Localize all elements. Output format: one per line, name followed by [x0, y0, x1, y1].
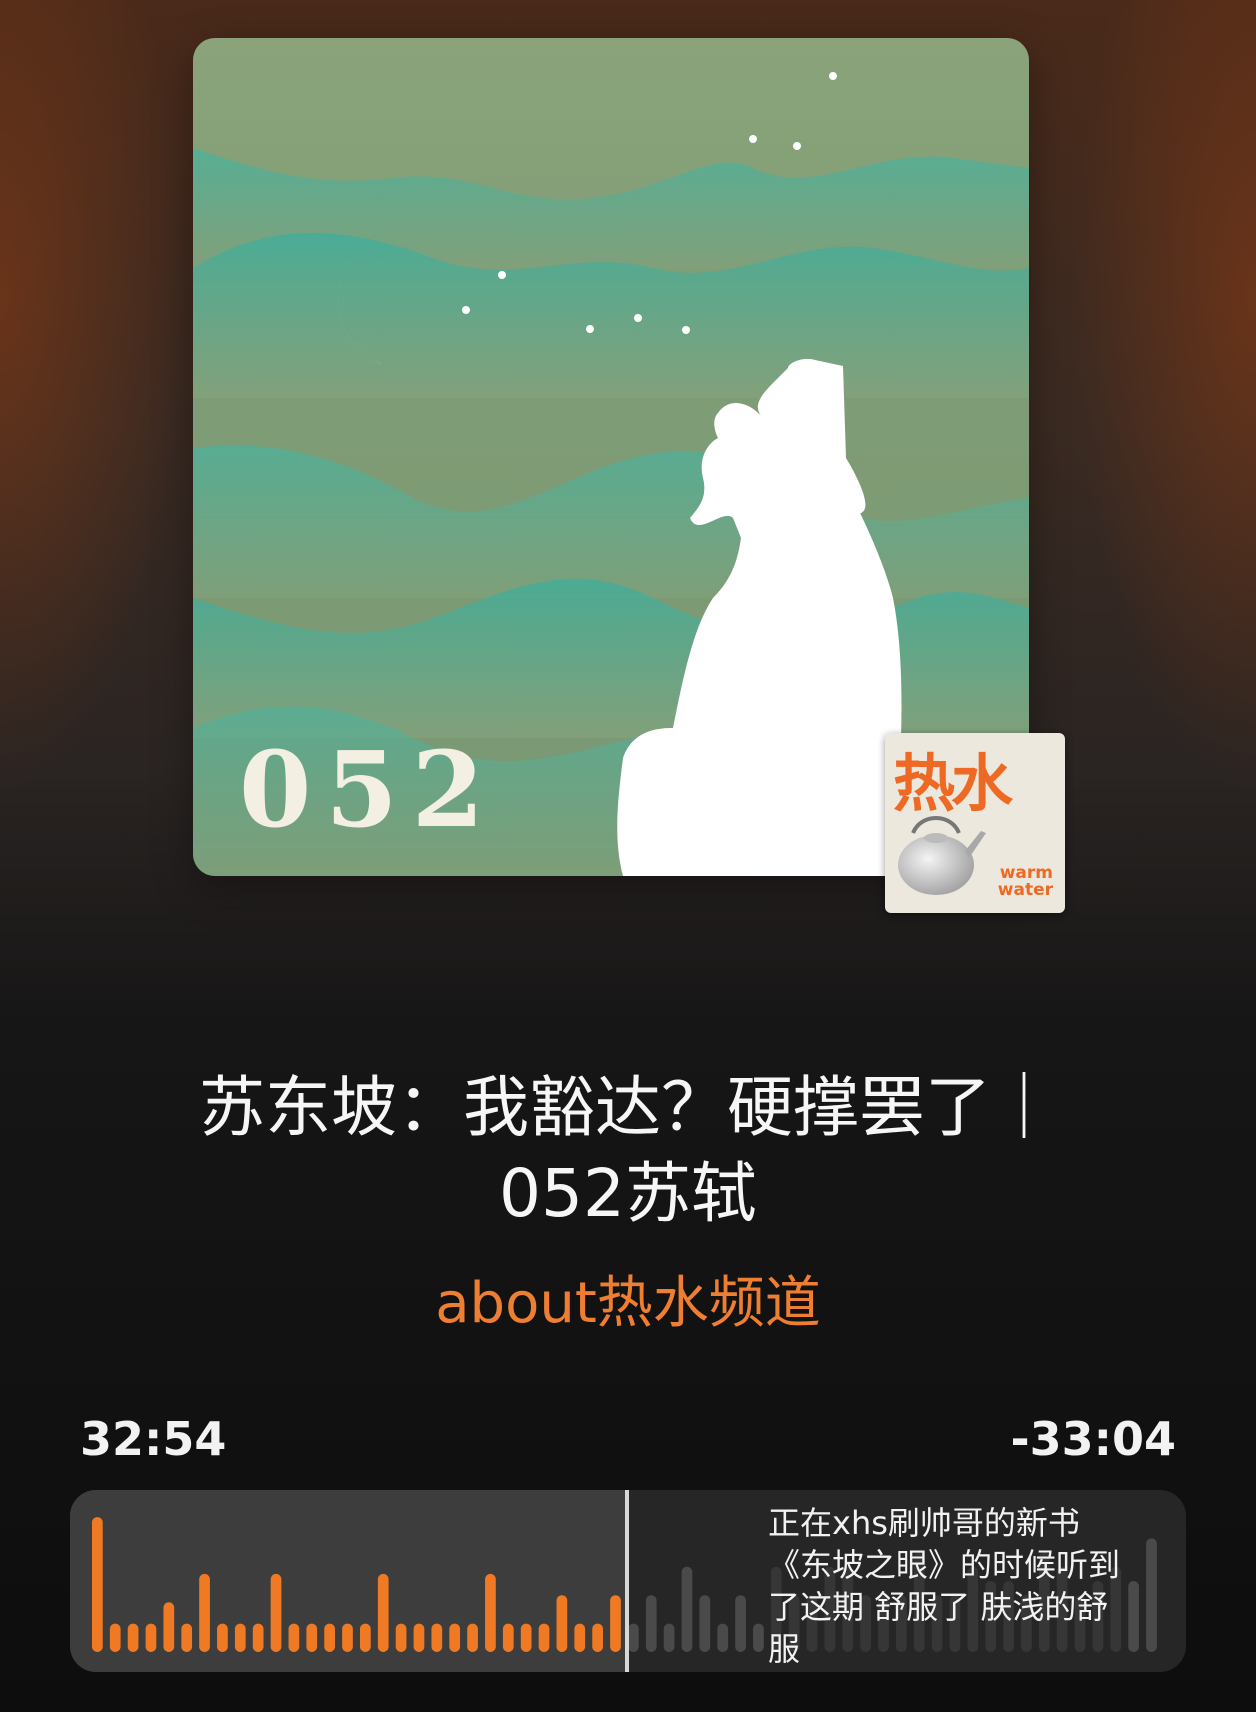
- waveform-bar: [145, 1623, 157, 1652]
- waveform-bar: [574, 1623, 586, 1652]
- waveform-bar: [628, 1623, 639, 1652]
- waveform-bar: [413, 1623, 425, 1652]
- waveform-bar: [324, 1623, 335, 1652]
- waveform-bar: [288, 1623, 300, 1652]
- waveform-bar: [467, 1623, 478, 1652]
- waveform-bar: [735, 1595, 746, 1652]
- playhead-handle[interactable]: [624, 1490, 629, 1672]
- waveform-bar: [699, 1595, 711, 1652]
- podcast-logo-badge: 热水 warm water: [885, 733, 1065, 913]
- waveform-bar: [681, 1566, 693, 1652]
- waveform-bar: [377, 1573, 389, 1652]
- waveform-bar: [431, 1623, 443, 1652]
- waveform-bar: [717, 1623, 729, 1652]
- waveform-bar: [199, 1573, 210, 1652]
- waveform-bar: [342, 1623, 353, 1652]
- waveform-bar: [520, 1623, 532, 1652]
- remaining-time: -33:04: [1010, 1412, 1176, 1466]
- waveform-bar: [592, 1623, 603, 1652]
- waveform-bar: [502, 1623, 514, 1652]
- waveform-bar: [556, 1595, 568, 1652]
- waveform-bar: [1146, 1538, 1157, 1652]
- badge-subtitle: warm water: [997, 863, 1053, 900]
- waveform-bar: [663, 1623, 675, 1652]
- waveform-bar: [234, 1623, 246, 1652]
- waveform-bar: [127, 1623, 139, 1652]
- waveform-bar: [449, 1623, 461, 1652]
- waveform-bar: [1128, 1581, 1139, 1652]
- elapsed-time: 32:54: [80, 1412, 227, 1466]
- waveform-bar: [485, 1573, 496, 1652]
- waveform-bar: [109, 1623, 121, 1652]
- waveform-bar: [163, 1602, 175, 1652]
- channel-link[interactable]: about热水频道: [0, 1258, 1256, 1339]
- episode-title: 苏东坡：我豁达？硬撑罢了｜052苏轼: [199, 1069, 1057, 1232]
- waveform-bar: [252, 1623, 264, 1652]
- kettle-icon: [898, 816, 986, 895]
- waveform-bar: [360, 1623, 371, 1652]
- waveform-bar: [92, 1517, 103, 1652]
- waveform-bar: [395, 1623, 407, 1652]
- episode-number: 052: [239, 728, 499, 851]
- timestamp-comment: 正在xhs刷帅哥的新书《东坡之眼》的时候听到了这期 舒服了 肤浅的舒服: [768, 1502, 1128, 1670]
- waveform-bar: [753, 1623, 764, 1652]
- waveform-bar: [306, 1623, 318, 1652]
- waveform-bar: [610, 1595, 621, 1652]
- waveform-bar: [538, 1623, 550, 1652]
- waveform-bar: [270, 1573, 282, 1652]
- waveform-bar: [181, 1623, 193, 1652]
- waveform-bar: [217, 1623, 228, 1652]
- waveform-bar: [645, 1595, 657, 1652]
